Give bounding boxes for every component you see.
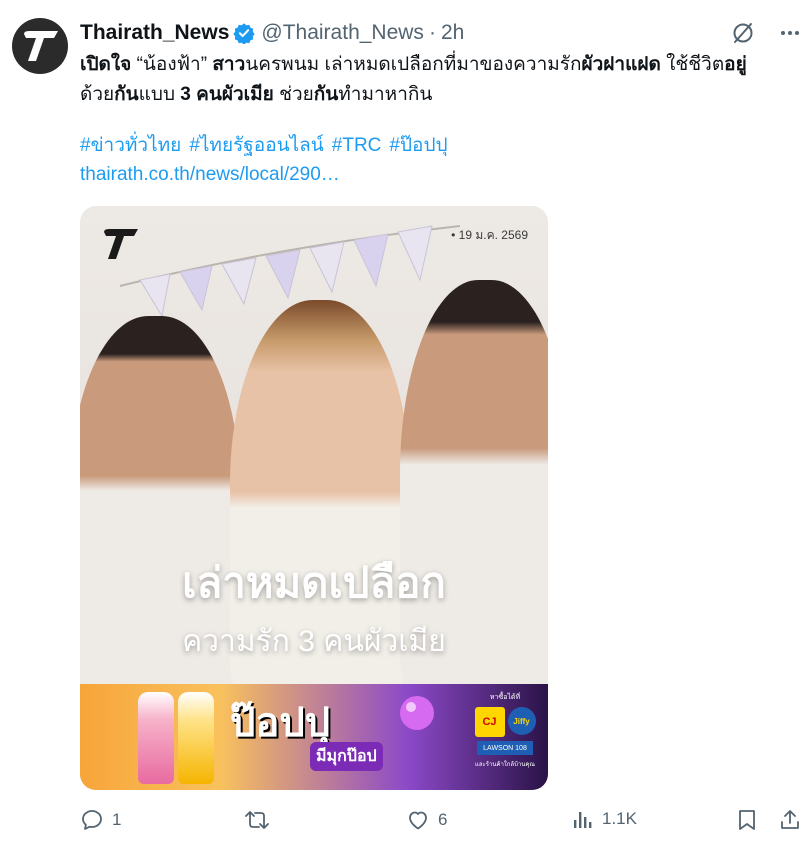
text-bold: กัน — [114, 84, 139, 105]
store-cj-logo: CJ — [474, 707, 505, 737]
text-normal: นครพนม เล่าหมดเปลือกที่มาของความรัก — [245, 54, 582, 75]
reply-button[interactable]: 1 — [80, 808, 121, 832]
ad-tagline: มีมุกป๊อป — [310, 742, 383, 771]
views-chart-icon — [574, 812, 592, 828]
share-icon — [781, 810, 799, 829]
like-count: 6 — [438, 810, 448, 829]
text-bold: อยู่ — [724, 54, 747, 75]
bookmark-icon — [739, 810, 755, 830]
text-bold: เปิดใจ — [80, 54, 132, 75]
hashtag-link[interactable]: #ข่าวทั่วไทย — [80, 131, 181, 161]
tweet-header: Thairath_News @Thairath_News · 2h — [80, 18, 464, 48]
text-bold: กัน — [313, 84, 339, 105]
reply-icon — [82, 810, 102, 830]
article-link[interactable]: thairath.co.th/news/local/290… — [80, 160, 340, 190]
image-headline: เล่าหมดเปลือก — [182, 559, 446, 606]
retweet-icon — [245, 811, 269, 829]
top-actions — [730, 20, 802, 51]
text-normal: “น้องฟ้า” — [131, 54, 213, 75]
tweet: Thairath_News @Thairath_News · 2h เปิดใจ… — [0, 0, 810, 858]
hashtag-row: #ข่าวทั่วไทย #ไทยรัฐออนไลน์ #TRC #ป๊อปปุ — [80, 131, 448, 161]
user-handle[interactable]: @Thairath_News — [261, 21, 424, 45]
views-button[interactable]: 1.1K — [572, 808, 637, 830]
bookmark-button[interactable] — [736, 808, 758, 832]
text-normal: ใช้ชีวิต — [660, 54, 725, 75]
action-bar: 1 6 1.1K — [80, 806, 802, 838]
display-name[interactable]: Thairath_News — [80, 21, 229, 45]
retweet-button[interactable] — [244, 808, 278, 832]
text-bold: 3 คนผัวเมีย — [180, 84, 274, 105]
thairath-watermark-icon — [104, 229, 138, 259]
photo-date: • 19 ม.ค. 2569 — [451, 228, 528, 242]
text-normal: แบบ — [138, 84, 181, 105]
avatar[interactable] — [12, 18, 68, 74]
hashtag-link[interactable]: #ไทยรัฐออนไลน์ — [189, 131, 323, 161]
ad-stores: หาซื้อได้ที่ CJ Jiffy LAWSON 108 และร้าน… — [474, 692, 536, 769]
timestamp[interactable]: 2h — [441, 21, 464, 45]
tweet-text: เปิดใจ “น้องฟ้า” สาวนครพนม เล่าหมดเปลือก… — [80, 50, 800, 110]
drink-bottle-yellow — [178, 692, 214, 784]
like-button[interactable]: 6 — [406, 808, 447, 832]
text-normal: ด้วย — [80, 84, 115, 105]
more-options-icon[interactable] — [778, 21, 802, 50]
separator-dot: · — [428, 21, 436, 44]
image-subheadline: ความรัก 3 คนผัวเมีย — [182, 625, 446, 658]
store-lawson-logo: LAWSON 108 — [477, 741, 533, 755]
grok-icon[interactable] — [730, 20, 756, 51]
media-image[interactable]: • 19 ม.ค. 2569 เล่าหมดเปลือก ความรัก 3 ค… — [80, 206, 548, 790]
hashtag-link[interactable]: #ป๊อปปุ — [389, 131, 447, 161]
share-button[interactable] — [778, 808, 802, 832]
verified-badge-icon — [233, 22, 256, 44]
candy-ball-icon — [400, 696, 434, 730]
heart-icon — [409, 811, 427, 830]
text-normal: ช่วย — [273, 84, 314, 105]
text-normal: ทำมาหากิน — [338, 84, 433, 105]
ad-banner: ป๊อปปุ มีมุกป๊อป หาซื้อได้ที่ CJ Jiffy L… — [80, 684, 548, 790]
thairath-logo-icon — [24, 31, 58, 61]
drink-bottle-pink — [138, 692, 174, 784]
stores-label: หาซื้อได้ที่ — [489, 694, 521, 701]
text-bold: สาว — [212, 54, 246, 75]
reply-count: 1 — [112, 810, 122, 829]
hashtag-link[interactable]: #TRC — [332, 131, 382, 161]
text-bold: ผัวฝาแฝด — [581, 54, 661, 75]
ad-footer: และร้านค้าใกล้บ้านคุณ — [475, 762, 535, 768]
view-count: 1.1K — [602, 809, 637, 828]
store-jiffy-logo: Jiffy — [507, 707, 536, 735]
